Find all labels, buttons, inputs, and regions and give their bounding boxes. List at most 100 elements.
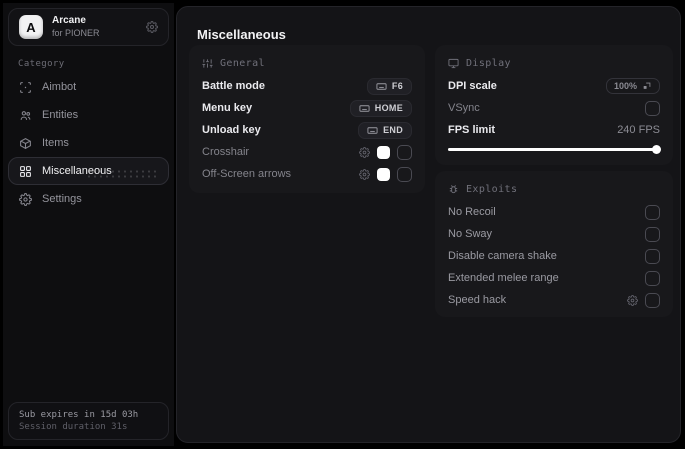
setting-row-speed-hack: Speed hack <box>448 289 660 311</box>
crosshair-scan-icon <box>19 81 32 94</box>
general-card-title: General <box>220 57 265 69</box>
gear-icon[interactable] <box>627 294 638 306</box>
checkbox-no-recoil[interactable] <box>645 204 660 220</box>
color-swatch[interactable] <box>377 145 390 159</box>
users-icon <box>19 109 32 122</box>
grid-icon <box>19 165 32 178</box>
checkbox-extended-melee-range[interactable] <box>645 270 660 286</box>
setting-row-no-sway: No Sway <box>448 223 660 245</box>
app-logo: A <box>19 15 43 39</box>
setting-row-unload-key: Unload key END <box>202 119 412 141</box>
page-title: Miscellaneous <box>197 27 286 42</box>
display-card-title: Display <box>466 57 511 69</box>
sidebar-nav: Aimbot Entities Items Miscellaneous Sett… <box>8 73 169 213</box>
row-controls <box>627 292 660 308</box>
setting-row-dpi-scale: DPI scale 100% <box>448 75 660 97</box>
checkbox-no-sway[interactable] <box>645 226 660 242</box>
setting-label: Off-Screen arrows <box>202 168 292 180</box>
logo-card: A Arcane for PIONER <box>8 8 169 46</box>
keybind-button-battle-mode[interactable]: F6 <box>366 77 412 95</box>
checkbox-disable-camera-shake[interactable] <box>645 248 660 264</box>
keybind-button-unload-key[interactable]: END <box>358 121 412 139</box>
setting-row-disable-camera-shake: Disable camera shake <box>448 245 660 267</box>
display-card: Display DPI scale 100% VSync FPS limit 2… <box>435 45 673 165</box>
keyboard-icon <box>376 81 387 92</box>
row-controls <box>359 144 412 160</box>
session-duration-text: Session duration 31s <box>19 422 128 432</box>
checkbox-offscreen-arrows[interactable] <box>397 166 412 182</box>
bug-icon <box>448 184 459 195</box>
setting-label: Crosshair <box>202 146 250 158</box>
setting-label: Menu key <box>202 102 253 114</box>
scale-icon <box>642 81 652 91</box>
slider-fill <box>448 148 660 151</box>
dpi-scale-value: 100% <box>613 81 637 91</box>
app-identity: Arcane for PIONER <box>52 15 137 39</box>
setting-label: VSync <box>448 102 480 114</box>
sliders-icon <box>202 58 213 69</box>
setting-label: Disable camera shake <box>448 250 557 262</box>
sidebar-item-miscellaneous[interactable]: Miscellaneous <box>8 157 169 185</box>
gear-icon <box>19 192 32 206</box>
category-label: Category <box>18 59 65 69</box>
gear-icon[interactable] <box>359 168 370 180</box>
general-card: General Battle mode F6 Menu key HOME Unl… <box>189 45 425 193</box>
setting-label: No Recoil <box>448 206 496 218</box>
setting-label: No Sway <box>448 228 493 240</box>
sidebar-item-aimbot[interactable]: Aimbot <box>8 73 169 101</box>
setting-row-battle-mode: Battle mode F6 <box>202 75 412 97</box>
keybind-value: END <box>383 125 403 135</box>
sidebar-item-settings[interactable]: Settings <box>8 185 169 213</box>
color-swatch[interactable] <box>377 167 390 181</box>
sidebar-item-label: Miscellaneous <box>42 165 112 177</box>
sidebar: A Arcane for PIONER Category Aimbot Enti… <box>3 3 174 446</box>
setting-row-no-recoil: No Recoil <box>448 201 660 223</box>
keyboard-icon <box>367 125 378 136</box>
exploits-card-title: Exploits <box>466 183 518 195</box>
general-card-header: General <box>202 56 412 70</box>
setting-row-vsync: VSync <box>448 97 660 119</box>
setting-label: Speed hack <box>448 294 507 306</box>
setting-label: DPI scale <box>448 80 497 92</box>
app-window: A Arcane for PIONER Category Aimbot Enti… <box>0 0 685 449</box>
sidebar-item-label: Items <box>42 137 69 149</box>
fps-limit-slider[interactable] <box>448 143 661 155</box>
checkbox-crosshair[interactable] <box>397 144 412 160</box>
sidebar-item-label: Aimbot <box>42 81 77 93</box>
checkbox-vsync[interactable] <box>645 100 660 116</box>
setting-row-offscreen-arrows: Off-Screen arrows <box>202 163 412 185</box>
dpi-scale-selector[interactable]: 100% <box>605 78 660 94</box>
checkbox-speed-hack[interactable] <box>645 292 660 308</box>
monitor-icon <box>448 58 459 69</box>
setting-label: FPS limit <box>448 124 496 136</box>
sidebar-item-items[interactable]: Items <box>8 129 169 157</box>
account-gear-icon[interactable] <box>146 21 158 33</box>
subscription-card: Sub expires in 15d 03h Session duration … <box>8 402 169 440</box>
setting-label: Extended melee range <box>448 272 559 284</box>
setting-row-extended-melee-range: Extended melee range <box>448 267 660 289</box>
sub-expiry-text: Sub expires in 15d 03h <box>19 410 139 420</box>
main-panel: Miscellaneous General Battle mode F6 Men… <box>176 6 681 443</box>
app-name: Arcane <box>52 15 86 27</box>
setting-row-crosshair: Crosshair <box>202 141 412 163</box>
display-card-header: Display <box>448 56 660 70</box>
setting-row-fps-limit: FPS limit 240 FPS <box>448 119 660 141</box>
keyboard-icon <box>359 103 370 114</box>
gear-icon[interactable] <box>359 146 370 158</box>
keybind-value: HOME <box>374 103 403 113</box>
exploits-card-header: Exploits <box>448 182 660 196</box>
exploits-card: Exploits No Recoil No Sway Disable camer… <box>435 171 673 317</box>
row-controls <box>359 166 412 182</box>
sidebar-item-label: Entities <box>42 109 79 121</box>
fps-limit-value: 240 FPS <box>617 124 660 136</box>
setting-row-menu-key: Menu key HOME <box>202 97 412 119</box>
package-icon <box>19 137 32 150</box>
keybind-button-menu-key[interactable]: HOME <box>349 99 412 117</box>
slider-knob[interactable] <box>652 145 661 154</box>
sidebar-item-entities[interactable]: Entities <box>8 101 169 129</box>
app-tagline: for PIONER <box>52 27 100 38</box>
setting-label: Unload key <box>202 124 261 136</box>
keybind-value: F6 <box>391 81 403 91</box>
sidebar-item-label: Settings <box>42 193 82 205</box>
setting-label: Battle mode <box>202 80 265 92</box>
